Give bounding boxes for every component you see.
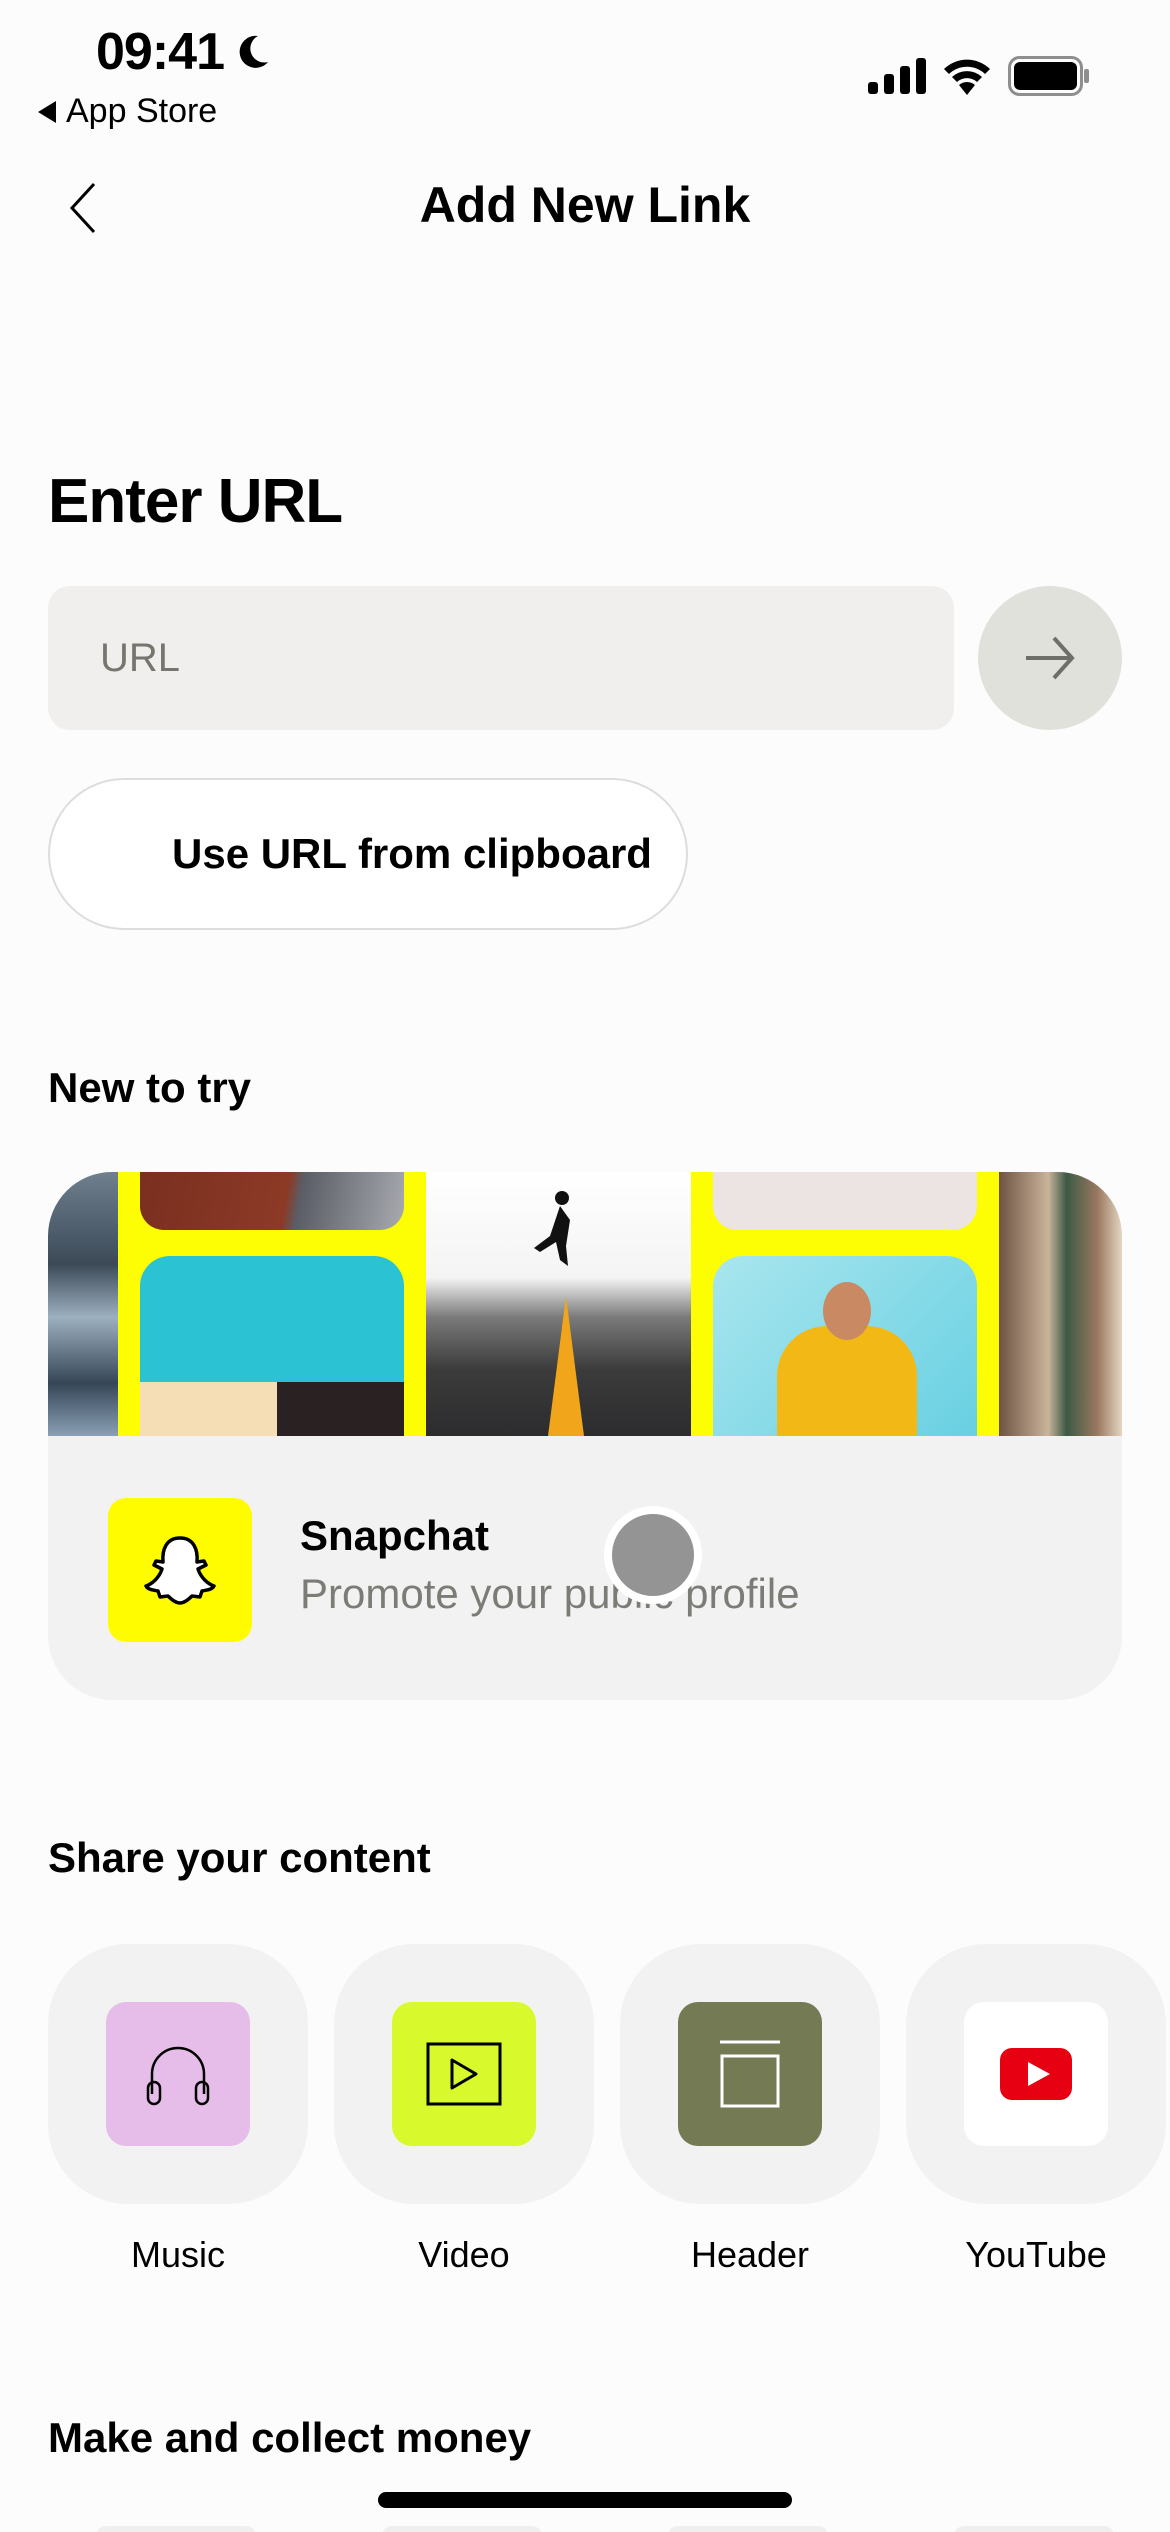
share-item-header[interactable]: Header xyxy=(620,1944,880,2276)
share-item-label: Header xyxy=(690,2234,810,2275)
banner-tile-snap-frame-2 xyxy=(691,1172,999,1436)
back-triangle-icon xyxy=(38,100,56,123)
touch-indicator xyxy=(604,1506,702,1604)
share-content-list: Music Video Header YouTube xyxy=(48,1944,1166,2276)
header-layout-icon xyxy=(720,2040,780,2108)
use-clipboard-url-button[interactable]: Use URL from clipboard xyxy=(48,778,688,930)
money-item-peek xyxy=(668,2526,828,2532)
snapchat-title: Snapchat xyxy=(300,1512,490,1559)
clock: 09:41 xyxy=(96,23,225,81)
money-item-peek xyxy=(382,2526,542,2532)
battery-icon xyxy=(1008,56,1089,96)
url-input[interactable] xyxy=(48,586,954,730)
share-item-label: Music xyxy=(130,2234,225,2275)
share-item-label: YouTube xyxy=(965,2234,1107,2275)
submit-url-button[interactable] xyxy=(978,586,1122,730)
wifi-icon xyxy=(944,59,990,95)
share-item-label: Video xyxy=(418,2234,510,2275)
banner-tile-water xyxy=(48,1172,118,1436)
share-item-video[interactable]: Video xyxy=(334,1944,594,2276)
home-indicator[interactable] xyxy=(378,2492,792,2508)
snapchat-banner-image xyxy=(48,1172,1122,1436)
share-content-heading: Share your content xyxy=(48,1834,431,1881)
banner-tile-snap-frame-1 xyxy=(118,1172,426,1436)
enter-url-heading: Enter URL xyxy=(48,467,343,536)
snapchat-logo xyxy=(108,1498,252,1642)
back-app-label: App Store xyxy=(66,92,218,130)
page-title: Add New Link xyxy=(419,177,751,233)
headphones-icon xyxy=(146,2046,210,2106)
snapchat-ghost-icon xyxy=(144,1536,216,1605)
banner-tile-road xyxy=(426,1172,691,1436)
status-icons xyxy=(868,56,1090,96)
make-money-heading: Make and collect money xyxy=(48,2414,532,2461)
status-time: 09:41 xyxy=(96,22,272,82)
arrow-right-icon xyxy=(1026,636,1075,680)
share-item-youtube[interactable]: YouTube xyxy=(906,1944,1166,2276)
share-item-music[interactable]: Music xyxy=(48,1944,308,2276)
money-item-peek xyxy=(954,2526,1114,2532)
snapchat-card[interactable]: Snapchat Promote your public profile xyxy=(48,1172,1122,1700)
snapchat-subtitle: Promote your public profile xyxy=(300,1570,800,1617)
video-play-icon xyxy=(426,2042,502,2106)
money-item-peek xyxy=(96,2526,256,2532)
banner-tile-room xyxy=(999,1172,1122,1436)
moon-icon xyxy=(239,35,268,68)
back-to-app-store[interactable]: App Store xyxy=(38,92,217,131)
youtube-icon xyxy=(1000,2048,1072,2100)
cellular-signal-icon xyxy=(868,58,926,94)
new-to-try-heading: New to try xyxy=(48,1064,252,1111)
